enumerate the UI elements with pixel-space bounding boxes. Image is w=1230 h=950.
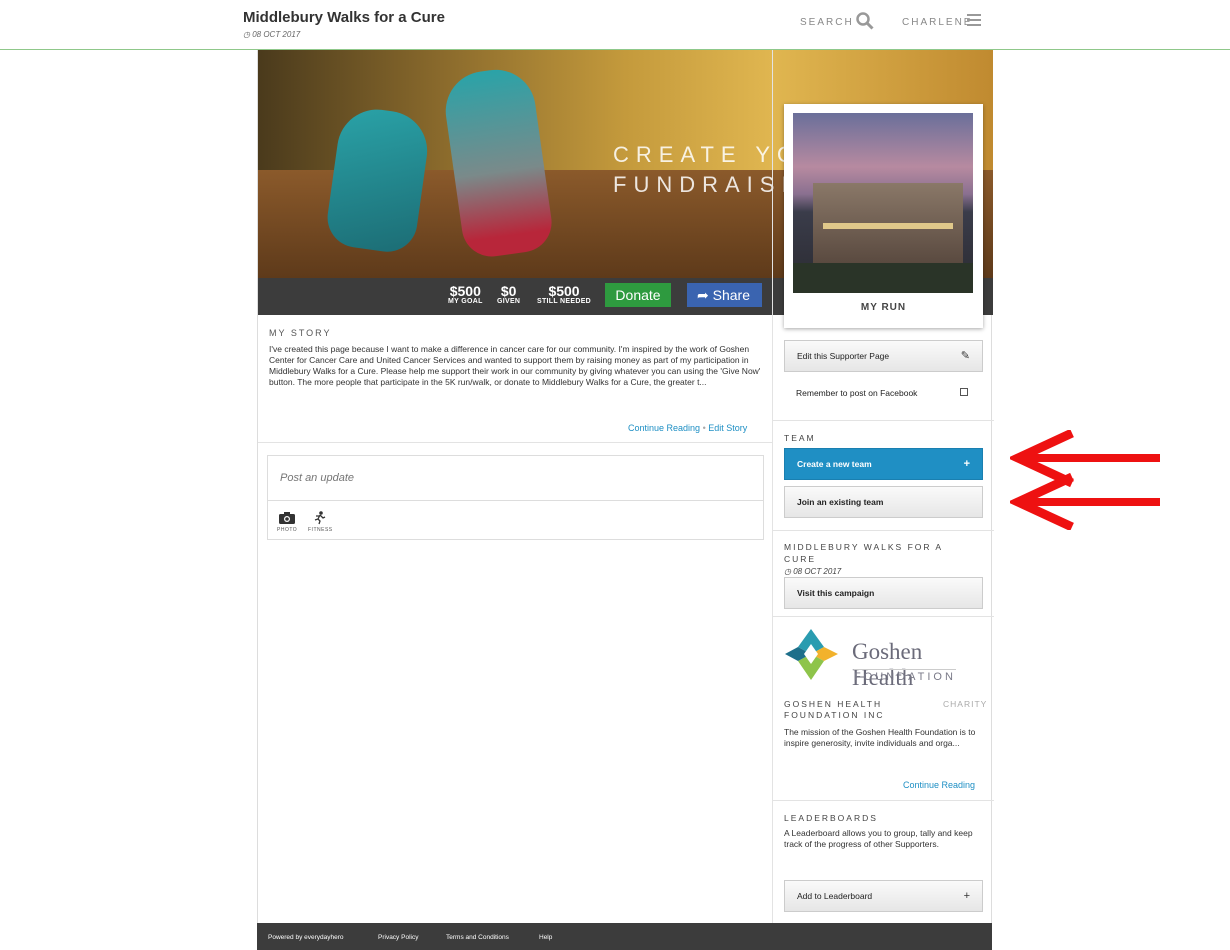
join-team-button[interactable]: Join an existing team [784,486,983,518]
top-bar: Middlebury Walks for a Cure ◷ 08 OCT 201… [0,0,1230,50]
share-arrow-icon: ➦ [697,287,709,303]
goshen-health-logo-mark [785,629,838,680]
camera-icon [279,512,296,524]
stat-goal-label: MY GOAL [448,298,483,305]
section-divider [773,420,994,421]
stat-given-value: $0 [500,283,517,299]
edit-supporter-page-button[interactable]: Edit this Supporter Page ✎ [784,340,983,372]
section-divider [773,616,994,617]
profile-photo-card: MY RUN [784,104,983,328]
plus-icon: + [963,458,970,470]
add-leaderboard-label: Add to Leaderboard [797,891,873,901]
hospital-photo [793,113,973,293]
team-heading: TEAM [784,433,816,443]
share-button-label: Share [712,287,750,303]
link-separator: • [702,423,706,433]
plus-icon: + [963,890,970,902]
stat-needed: $500 STILL NEEDED [537,284,591,305]
facebook-reminder[interactable]: Remember to post on Facebook [784,377,983,409]
post-update-input[interactable] [268,456,763,501]
leaderboards-heading: LEADERBOARDS [784,813,878,823]
section-divider [773,800,994,801]
visit-campaign-button[interactable]: Visit this campaign [784,577,983,609]
donate-button[interactable]: Donate [605,283,671,307]
pencil-icon: ✎ [960,350,970,362]
campaign-date-text: 08 OCT 2017 [793,567,842,576]
footer-powered-by[interactable]: Powered by everydayhero [268,934,344,941]
charity-logo[interactable]: Goshen Health FOUNDATION [784,625,983,685]
stat-goal-value: $500 [449,283,481,299]
sidebar: MY RUN Edit this Supporter Page ✎ Rememb… [772,50,994,923]
hamburger-menu-icon[interactable] [967,14,981,26]
hospital-lawn [793,263,973,293]
fitness-tool[interactable]: FITNESS [308,511,333,533]
annotation-arrow-icon [1010,430,1160,530]
footer-help-link[interactable]: Help [539,934,552,941]
photo-tool[interactable]: PHOTO [277,511,297,533]
site-title[interactable]: Middlebury Walks for a Cure [243,9,445,26]
continue-reading-link[interactable]: Continue Reading [628,423,700,433]
stat-needed-value: $500 [548,283,580,299]
charity-description: The mission of the Goshen Health Foundat… [784,727,976,748]
campaign-date: ◷ 08 OCT 2017 [784,567,842,576]
page-container: CREATE YO FUNDRAISI $500 MY GOAL $0 GIVE… [257,50,994,950]
photo-caption: MY RUN [860,302,907,313]
event-date: ◷ 08 OCT 2017 [243,30,301,39]
create-team-button[interactable]: Create a new team + [784,448,983,480]
story-links: Continue Reading • Edit Story [628,423,747,433]
hospital-windows [823,223,953,229]
section-divider [773,530,994,531]
stat-given: $0 GIVEN [497,284,520,305]
footer-terms-link[interactable]: Terms and Conditions [446,934,509,941]
footer: Powered by everydayhero Privacy Policy T… [257,923,992,950]
search-link[interactable]: SEARCH [800,17,854,28]
charity-name: GOSHEN HEALTH FOUNDATION INC [784,699,885,720]
fitness-tool-label: FITNESS [308,527,333,533]
campaign-heading: MIDDLEBURY WALKS FOR A CURE [784,542,943,564]
add-leaderboard-button[interactable]: Add to Leaderboard + [784,880,983,912]
photo-tool-label: PHOTO [277,527,298,533]
edit-supporter-page-label: Edit this Supporter Page [797,351,890,361]
post-update-box: PHOTO FITNESS [267,455,764,540]
facebook-checkbox[interactable] [960,388,968,396]
edit-story-link[interactable]: Edit Story [708,423,747,433]
stat-given-label: GIVEN [497,298,521,305]
footer-privacy-link[interactable]: Privacy Policy [378,934,418,941]
event-date-text: 08 OCT 2017 [252,30,301,39]
leaderboards-text: A Leaderboard allows you to group, tally… [784,828,973,849]
story-divider [258,442,773,443]
charity-continue-link[interactable]: Continue Reading [903,780,975,790]
logo-subtitle: FOUNDATION [854,669,956,683]
facebook-reminder-label: Remember to post on Facebook [796,388,918,398]
story-heading: MY STORY [269,328,332,338]
runner-icon [315,511,326,525]
charity-tag: CHARITY [943,699,988,709]
create-team-label: Create a new team [797,459,872,469]
share-button[interactable]: ➦ Share [687,283,762,307]
search-icon[interactable] [856,12,874,30]
story-text: I've created this page because I want to… [269,344,761,387]
stat-needed-label: STILL NEEDED [537,298,592,305]
user-menu-label[interactable]: CHARLENE [902,17,972,28]
stat-goal: $500 MY GOAL [448,284,483,305]
